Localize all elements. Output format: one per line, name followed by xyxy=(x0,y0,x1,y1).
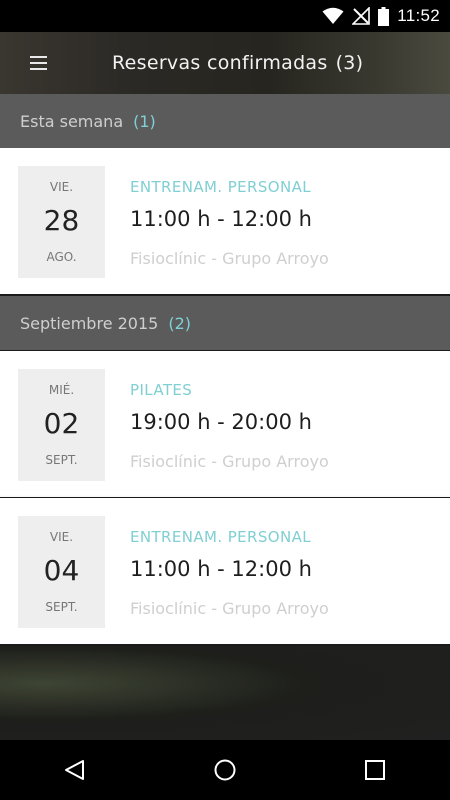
booking-place: Fisioclínic - Grupo Arroyo xyxy=(130,599,329,618)
section-count: (2) xyxy=(168,313,192,333)
page-title: Reservas confirmadas (3) xyxy=(112,32,363,94)
section-label: Septiembre 2015 xyxy=(20,313,159,333)
battery-icon xyxy=(378,6,390,26)
date-weekday: VIE. xyxy=(49,180,74,194)
section-header-september: Septiembre 2015 (2) xyxy=(0,296,450,350)
background-image xyxy=(0,646,450,740)
back-icon xyxy=(65,760,84,780)
booking-type: PILATES xyxy=(130,381,193,399)
recents-button[interactable] xyxy=(345,740,405,800)
booking-hours: 11:00 h - 12:00 h xyxy=(130,207,312,231)
booking-hours: 19:00 h - 20:00 h xyxy=(130,410,312,434)
back-button[interactable] xyxy=(45,740,105,800)
date-month: AGO. xyxy=(46,250,77,264)
no-signal-icon xyxy=(352,7,371,25)
booking-place: Fisioclínic - Grupo Arroyo xyxy=(130,249,329,268)
date-month: SEPT. xyxy=(45,453,78,467)
menu-button[interactable] xyxy=(0,32,76,94)
booking-place: Fisioclínic - Grupo Arroyo xyxy=(130,452,329,471)
date-month: SEPT. xyxy=(45,600,78,614)
home-icon xyxy=(214,759,236,781)
date-weekday: VIE. xyxy=(49,530,74,544)
date-day: 02 xyxy=(43,407,80,440)
date-box: VIE. 28 AGO. xyxy=(18,166,105,278)
date-day: 28 xyxy=(43,204,80,237)
booking-card[interactable]: MIÉ. 02 SEPT. PILATES 19:00 h - 20:00 h … xyxy=(0,351,450,497)
date-day: 04 xyxy=(43,554,80,587)
booking-type: ENTRENAM. PERSONAL xyxy=(130,528,312,546)
section-count: (1) xyxy=(133,111,156,131)
status-time: 11:52 xyxy=(397,6,440,25)
page-title-text: Reservas confirmadas xyxy=(112,52,328,74)
navigation-bar xyxy=(0,740,450,800)
status-bar: 11:52 xyxy=(0,0,450,32)
booking-type: ENTRENAM. PERSONAL xyxy=(130,178,312,196)
wifi-icon xyxy=(322,7,344,25)
date-box: MIÉ. 02 SEPT. xyxy=(18,369,105,481)
date-weekday: MIÉ. xyxy=(48,383,75,397)
date-box: VIE. 04 SEPT. xyxy=(18,516,105,628)
section-header-this-week: Esta semana (1) xyxy=(0,94,450,148)
booking-card[interactable]: VIE. 28 AGO. ENTRENAM. PERSONAL 11:00 h … xyxy=(0,148,450,294)
home-button[interactable] xyxy=(195,740,255,800)
section-label: Esta semana xyxy=(20,111,124,131)
page-title-count: (3) xyxy=(335,52,364,74)
booking-hours: 11:00 h - 12:00 h xyxy=(130,557,312,581)
app-bar: Reservas confirmadas (3) xyxy=(0,32,450,94)
recents-icon xyxy=(365,760,385,780)
booking-card[interactable]: VIE. 04 SEPT. ENTRENAM. PERSONAL 11:00 h… xyxy=(0,498,450,644)
menu-icon xyxy=(29,56,47,70)
